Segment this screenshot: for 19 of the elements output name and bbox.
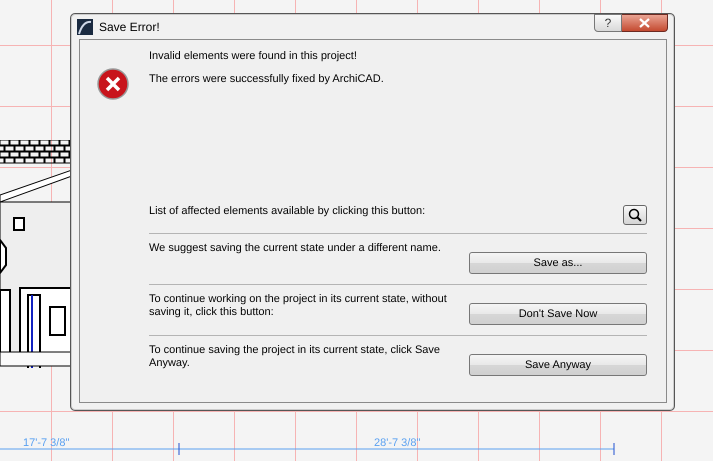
instruction-text: List of affected elements available by clicking this button: xyxy=(149,205,426,218)
instruction-text: To continue saving the project in its current state, click Save Anyway. xyxy=(149,344,442,370)
app-logo-icon xyxy=(77,18,93,34)
help-button[interactable]: ? xyxy=(594,14,622,32)
dimension-label: 17'-7 3/8" xyxy=(23,437,70,449)
show-elements-button[interactable] xyxy=(623,205,647,225)
action-button[interactable]: Save as... xyxy=(469,252,647,274)
instruction-text: We suggest saving the current state under a different name. xyxy=(149,242,441,255)
error-message: Invalid elements were found in this project! xyxy=(149,50,358,62)
error-icon xyxy=(97,68,129,100)
error-message: The errors were successfully fixed by ArchiCAD. xyxy=(149,73,385,85)
dimension-label: 28'-7 3/8" xyxy=(374,437,420,449)
instruction-text: To continue working on the project in its current state, without saving it, click this button: xyxy=(149,293,448,319)
zoom-icon xyxy=(628,208,642,222)
window-title: Save Error! xyxy=(99,20,160,34)
action-button[interactable]: Save Anyway xyxy=(469,354,647,376)
action-button[interactable]: Don't Save Now xyxy=(469,303,647,325)
close-icon xyxy=(639,18,650,28)
close-button[interactable] xyxy=(622,14,668,32)
